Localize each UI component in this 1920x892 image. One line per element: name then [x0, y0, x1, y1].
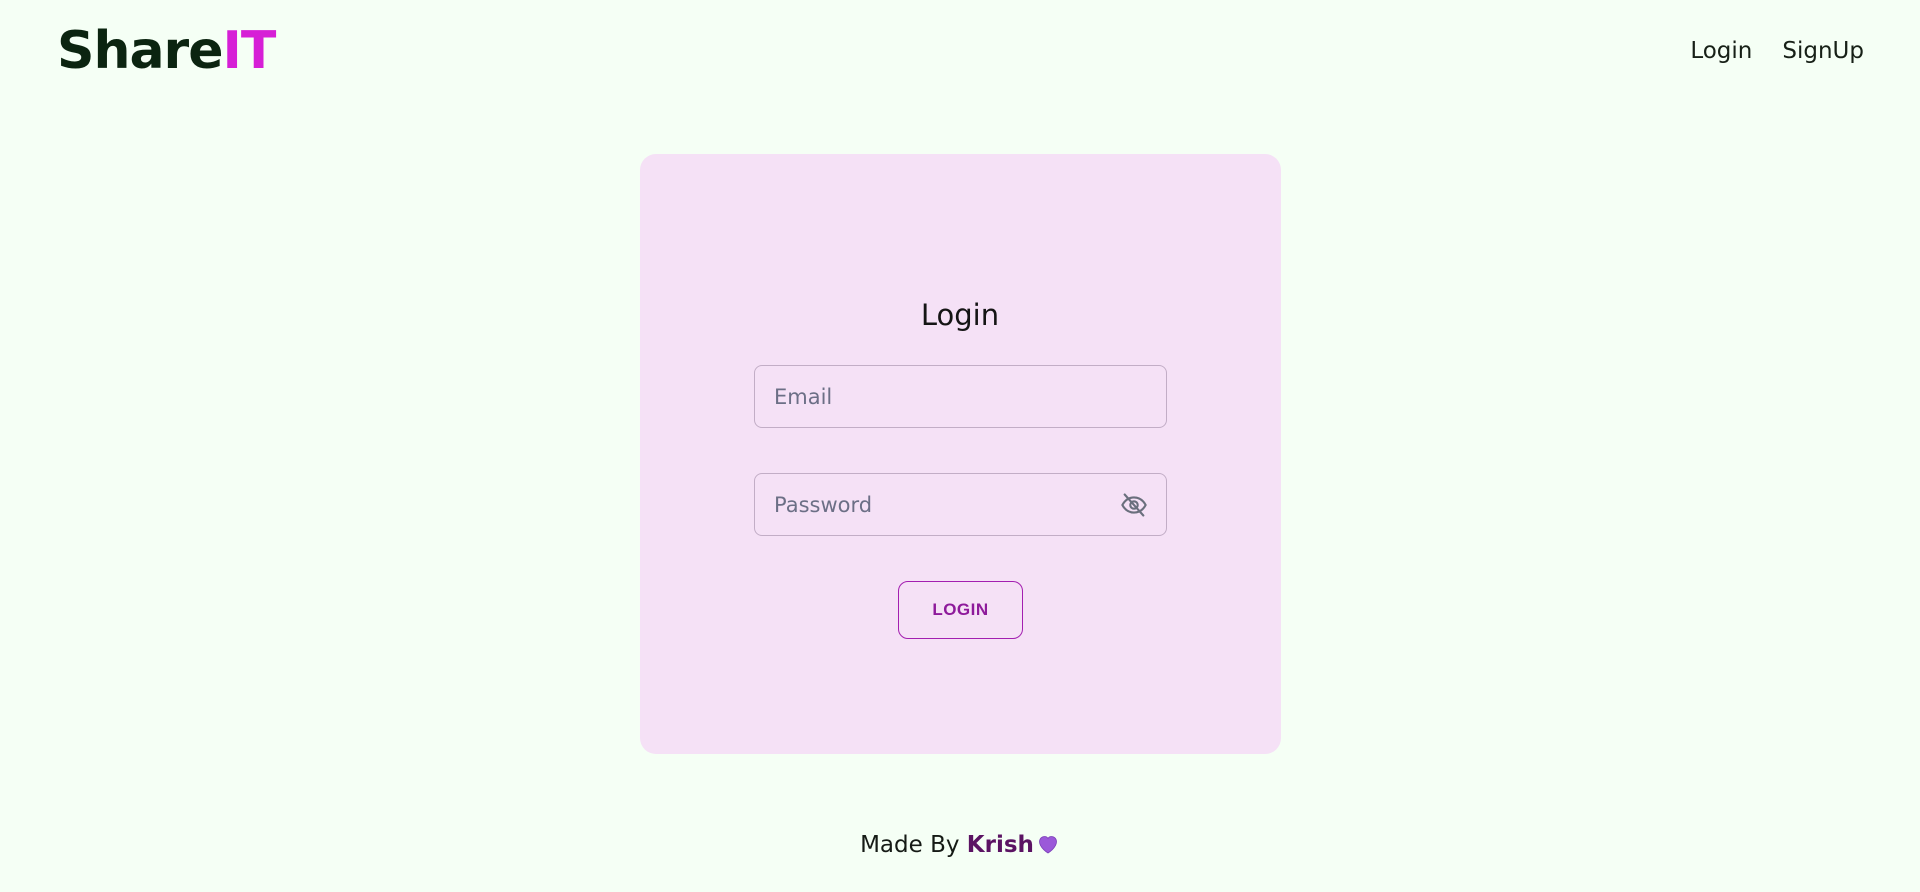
email-field-wrapper: [754, 365, 1167, 428]
nav-login-link[interactable]: Login: [1690, 36, 1752, 66]
nav-signup-link[interactable]: SignUp: [1782, 36, 1864, 66]
login-title: Login: [920, 298, 1000, 332]
login-button[interactable]: LOGIN: [898, 581, 1023, 639]
logo-text-it: IT: [222, 21, 276, 81]
email-input[interactable]: [755, 366, 1166, 427]
login-card: [640, 154, 1281, 754]
footer-author-link[interactable]: Krish: [967, 832, 1034, 858]
navbar: ShareIT Login SignUp: [0, 0, 1920, 102]
purple-heart-icon: [1036, 832, 1060, 866]
footer-prefix: Made By: [860, 832, 960, 858]
footer: Made By Krish: [0, 828, 1920, 866]
password-input[interactable]: [755, 474, 1166, 535]
nav-links: Login SignUp: [1690, 36, 1864, 66]
eye-off-icon[interactable]: [1120, 491, 1148, 519]
password-field-wrapper: [754, 473, 1167, 536]
logo[interactable]: ShareIT: [57, 20, 276, 82]
logo-text-share: Share: [57, 21, 223, 81]
